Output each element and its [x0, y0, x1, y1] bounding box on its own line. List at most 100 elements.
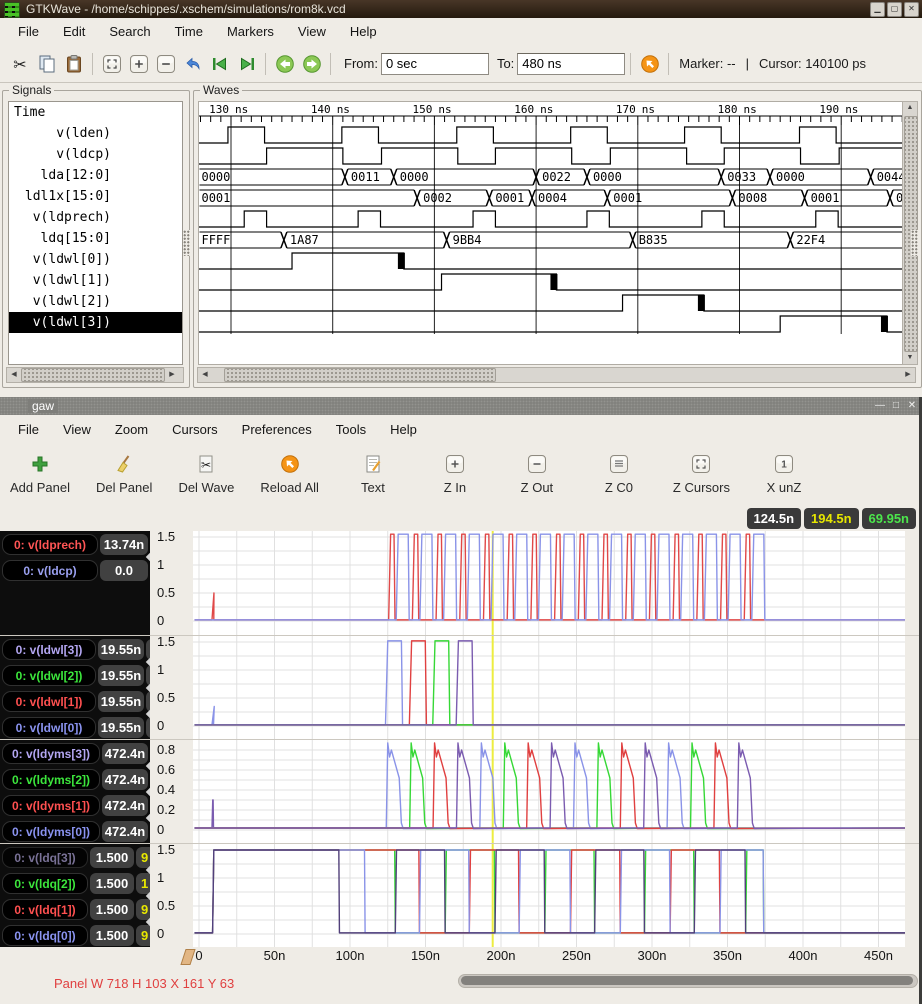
signal-item-v-ldcp[interactable]: v(ldcp) [9, 144, 182, 165]
reload-all-button[interactable]: Reload All [260, 443, 319, 505]
gaw-signal-0-v-ldq-3[interactable]: 0: v(ldq[3]) [2, 847, 88, 868]
gaw-menu-help[interactable]: Help [378, 418, 429, 441]
gaw-signal-0-v-ldq-1[interactable]: 0: v(ldq[1]) [2, 899, 88, 920]
gtkwave-menu-search[interactable]: Search [97, 20, 162, 43]
paste-button[interactable] [60, 51, 87, 77]
signal-item-v-ldwl-1[interactable]: v(ldwl[1]) [9, 270, 182, 291]
gaw-signal-0-v-ldcp[interactable]: 0: v(ldcp) [2, 560, 98, 581]
gtkwave-menu-markers[interactable]: Markers [215, 20, 286, 43]
cut-button[interactable]: ✂ [6, 51, 33, 77]
to-input[interactable] [517, 53, 625, 75]
gaw-signal-row: 0: v(ldyms[1])472.4n- [0, 792, 150, 818]
from-input[interactable] [381, 53, 489, 75]
gaw-menu-preferences[interactable]: Preferences [230, 418, 324, 441]
gaw-signal-0-v-ldyms-0[interactable]: 0: v(ldyms[0]) [2, 821, 100, 842]
x-unzoom-tool-button[interactable]: 1X unZ [756, 443, 812, 505]
signals-hscroll-thumb[interactable] [21, 368, 165, 382]
gaw-titlebar[interactable]: gaw — □ ✕ [0, 397, 922, 415]
gaw-close-button[interactable]: ✕ [905, 400, 919, 411]
jump-start-button[interactable] [206, 51, 233, 77]
gaw-minimize-button[interactable]: — [873, 400, 887, 411]
signal-item-ldl1x-15-0[interactable]: ldl1x[15:0] [9, 186, 182, 207]
gtkwave-menu-file[interactable]: File [6, 20, 51, 43]
zoom-in-tool-button[interactable]: Z In [427, 443, 483, 505]
gaw-hscrollbar[interactable] [458, 974, 918, 988]
add-panel-button[interactable]: Add Panel [10, 443, 70, 505]
zoom-out-button[interactable] [152, 51, 179, 77]
pane-splitter-left[interactable] [183, 230, 190, 256]
gaw-signal-0-v-ldprech[interactable]: 0: v(ldprech) [2, 534, 98, 555]
del-panel-button[interactable]: Del Panel [96, 443, 152, 505]
waves-canvas[interactable]: 130ns140ns150ns160ns170ns180ns190ns00000… [198, 101, 904, 365]
scroll-right-icon[interactable]: ▶ [901, 369, 915, 381]
del-wave-button[interactable]: ✂Del Wave [178, 443, 234, 505]
gaw-signal-row: 0: v(ldwl[2])19.55n- [0, 662, 150, 688]
gtkwave-menu-time[interactable]: Time [163, 20, 215, 43]
svg-text:0000: 0000 [400, 170, 429, 184]
gaw-maximize-button[interactable]: □ [889, 400, 903, 411]
gaw-signal-0-v-ldwl-1[interactable]: 0: v(ldwl[1]) [2, 691, 96, 712]
gaw-signal-0-v-ldq-0[interactable]: 0: v(ldq[0]) [2, 925, 88, 946]
zoom-c0-tool-button[interactable]: Z C0 [591, 443, 647, 505]
svg-text:190: 190 [819, 103, 839, 116]
gaw-plot-3[interactable] [193, 740, 905, 843]
gaw-menu-view[interactable]: View [51, 418, 103, 441]
x-unzoom-tool-icon: 1 [774, 448, 794, 480]
gaw-signal-0-v-ldwl-2[interactable]: 0: v(ldwl[2]) [2, 665, 96, 686]
signals-hscrollbar[interactable]: ◀ ▶ [6, 367, 184, 383]
gaw-x-axis: 050n100n150n200n250n300n350n400n450n [0, 947, 922, 967]
gtkwave-maximize-button[interactable]: ▢ [887, 2, 902, 17]
signal-item-lda-12-0[interactable]: lda[12:0] [9, 165, 182, 186]
text-tool-button[interactable]: Text [345, 443, 401, 505]
zoom-in-button[interactable] [125, 51, 152, 77]
shift-right-button[interactable] [298, 51, 325, 77]
signal-item-v-lden[interactable]: v(lden) [9, 123, 182, 144]
zoom-out-tool-button[interactable]: Z Out [509, 443, 565, 505]
gtkwave-menu-view[interactable]: View [286, 20, 338, 43]
jump-end-button[interactable] [233, 51, 260, 77]
scroll-left-icon[interactable]: ◀ [198, 369, 212, 381]
signal-item-v-ldwl-3[interactable]: v(ldwl[3]) [9, 312, 182, 333]
gaw-signal-0-v-ldwl-0[interactable]: 0: v(ldwl[0]) [2, 717, 96, 738]
undo-button[interactable] [179, 51, 206, 77]
gaw-signal-0-v-ldyms-2[interactable]: 0: v(ldyms[2]) [2, 769, 100, 790]
waves-hscrollbar[interactable]: ◀ ▶ [197, 367, 916, 383]
waves-hscroll-thumb[interactable] [224, 368, 496, 382]
scroll-right-icon[interactable]: ▶ [165, 369, 179, 381]
gtkwave-minimize-button[interactable]: ▁ [870, 2, 885, 17]
gaw-panel-4: 0: v(ldq[3])1.50090: v(ldq[2])1.50010: v… [0, 843, 922, 947]
scroll-left-icon[interactable]: ◀ [7, 369, 21, 381]
gaw-signal-0-v-ldwl-3[interactable]: 0: v(ldwl[3]) [2, 639, 96, 660]
signal-item-v-ldwl-0[interactable]: v(ldwl[0]) [9, 249, 182, 270]
gtkwave-close-button[interactable]: ✕ [904, 2, 919, 17]
gaw-signal-0-v-ldq-2[interactable]: 0: v(ldq[2]) [2, 873, 88, 894]
signal-item-ldq-15-0[interactable]: ldq[15:0] [9, 228, 182, 249]
gaw-y-axis: 0.80.60.40.20 [150, 740, 193, 843]
copy-button[interactable] [33, 51, 60, 77]
gaw-signal-0-v-ldyms-1[interactable]: 0: v(ldyms[1]) [2, 795, 100, 816]
gaw-hscroll-thumb[interactable] [461, 976, 913, 985]
gaw-plot-2[interactable] [193, 636, 905, 739]
gaw-plot-1[interactable] [193, 531, 905, 635]
signal-item-v-ldwl-2[interactable]: v(ldwl[2]) [9, 291, 182, 312]
gtkwave-menu-edit[interactable]: Edit [51, 20, 97, 43]
gaw-menu-cursors[interactable]: Cursors [160, 418, 230, 441]
gaw-menu-file[interactable]: File [6, 418, 51, 441]
gtkwave-titlebar[interactable]: GTKWave - /home/schippes/.xschem/simulat… [0, 0, 922, 18]
gtkwave-menu-help[interactable]: Help [338, 20, 389, 43]
svg-text:0008: 0008 [738, 191, 767, 205]
scroll-up-icon[interactable]: ▲ [903, 102, 917, 114]
signal-item-time[interactable]: Time [9, 102, 182, 123]
discard-button[interactable] [636, 51, 663, 77]
scroll-down-icon[interactable]: ▼ [903, 352, 917, 364]
gaw-panels: 0: v(ldprech)13.74n0: v(ldcp)0.01.510.50… [0, 531, 922, 947]
zoom-fit-button[interactable] [98, 51, 125, 77]
signal-item-v-ldprech[interactable]: v(ldprech) [9, 207, 182, 228]
zoom-cursors-tool-button[interactable]: Z Cursors [673, 443, 730, 505]
pane-splitter-right[interactable] [911, 230, 918, 256]
gaw-menu-zoom[interactable]: Zoom [103, 418, 160, 441]
gaw-menu-tools[interactable]: Tools [324, 418, 378, 441]
gaw-plot-4[interactable] [193, 844, 905, 947]
shift-left-button[interactable] [271, 51, 298, 77]
gaw-signal-0-v-ldyms-3[interactable]: 0: v(ldyms[3]) [2, 743, 100, 764]
